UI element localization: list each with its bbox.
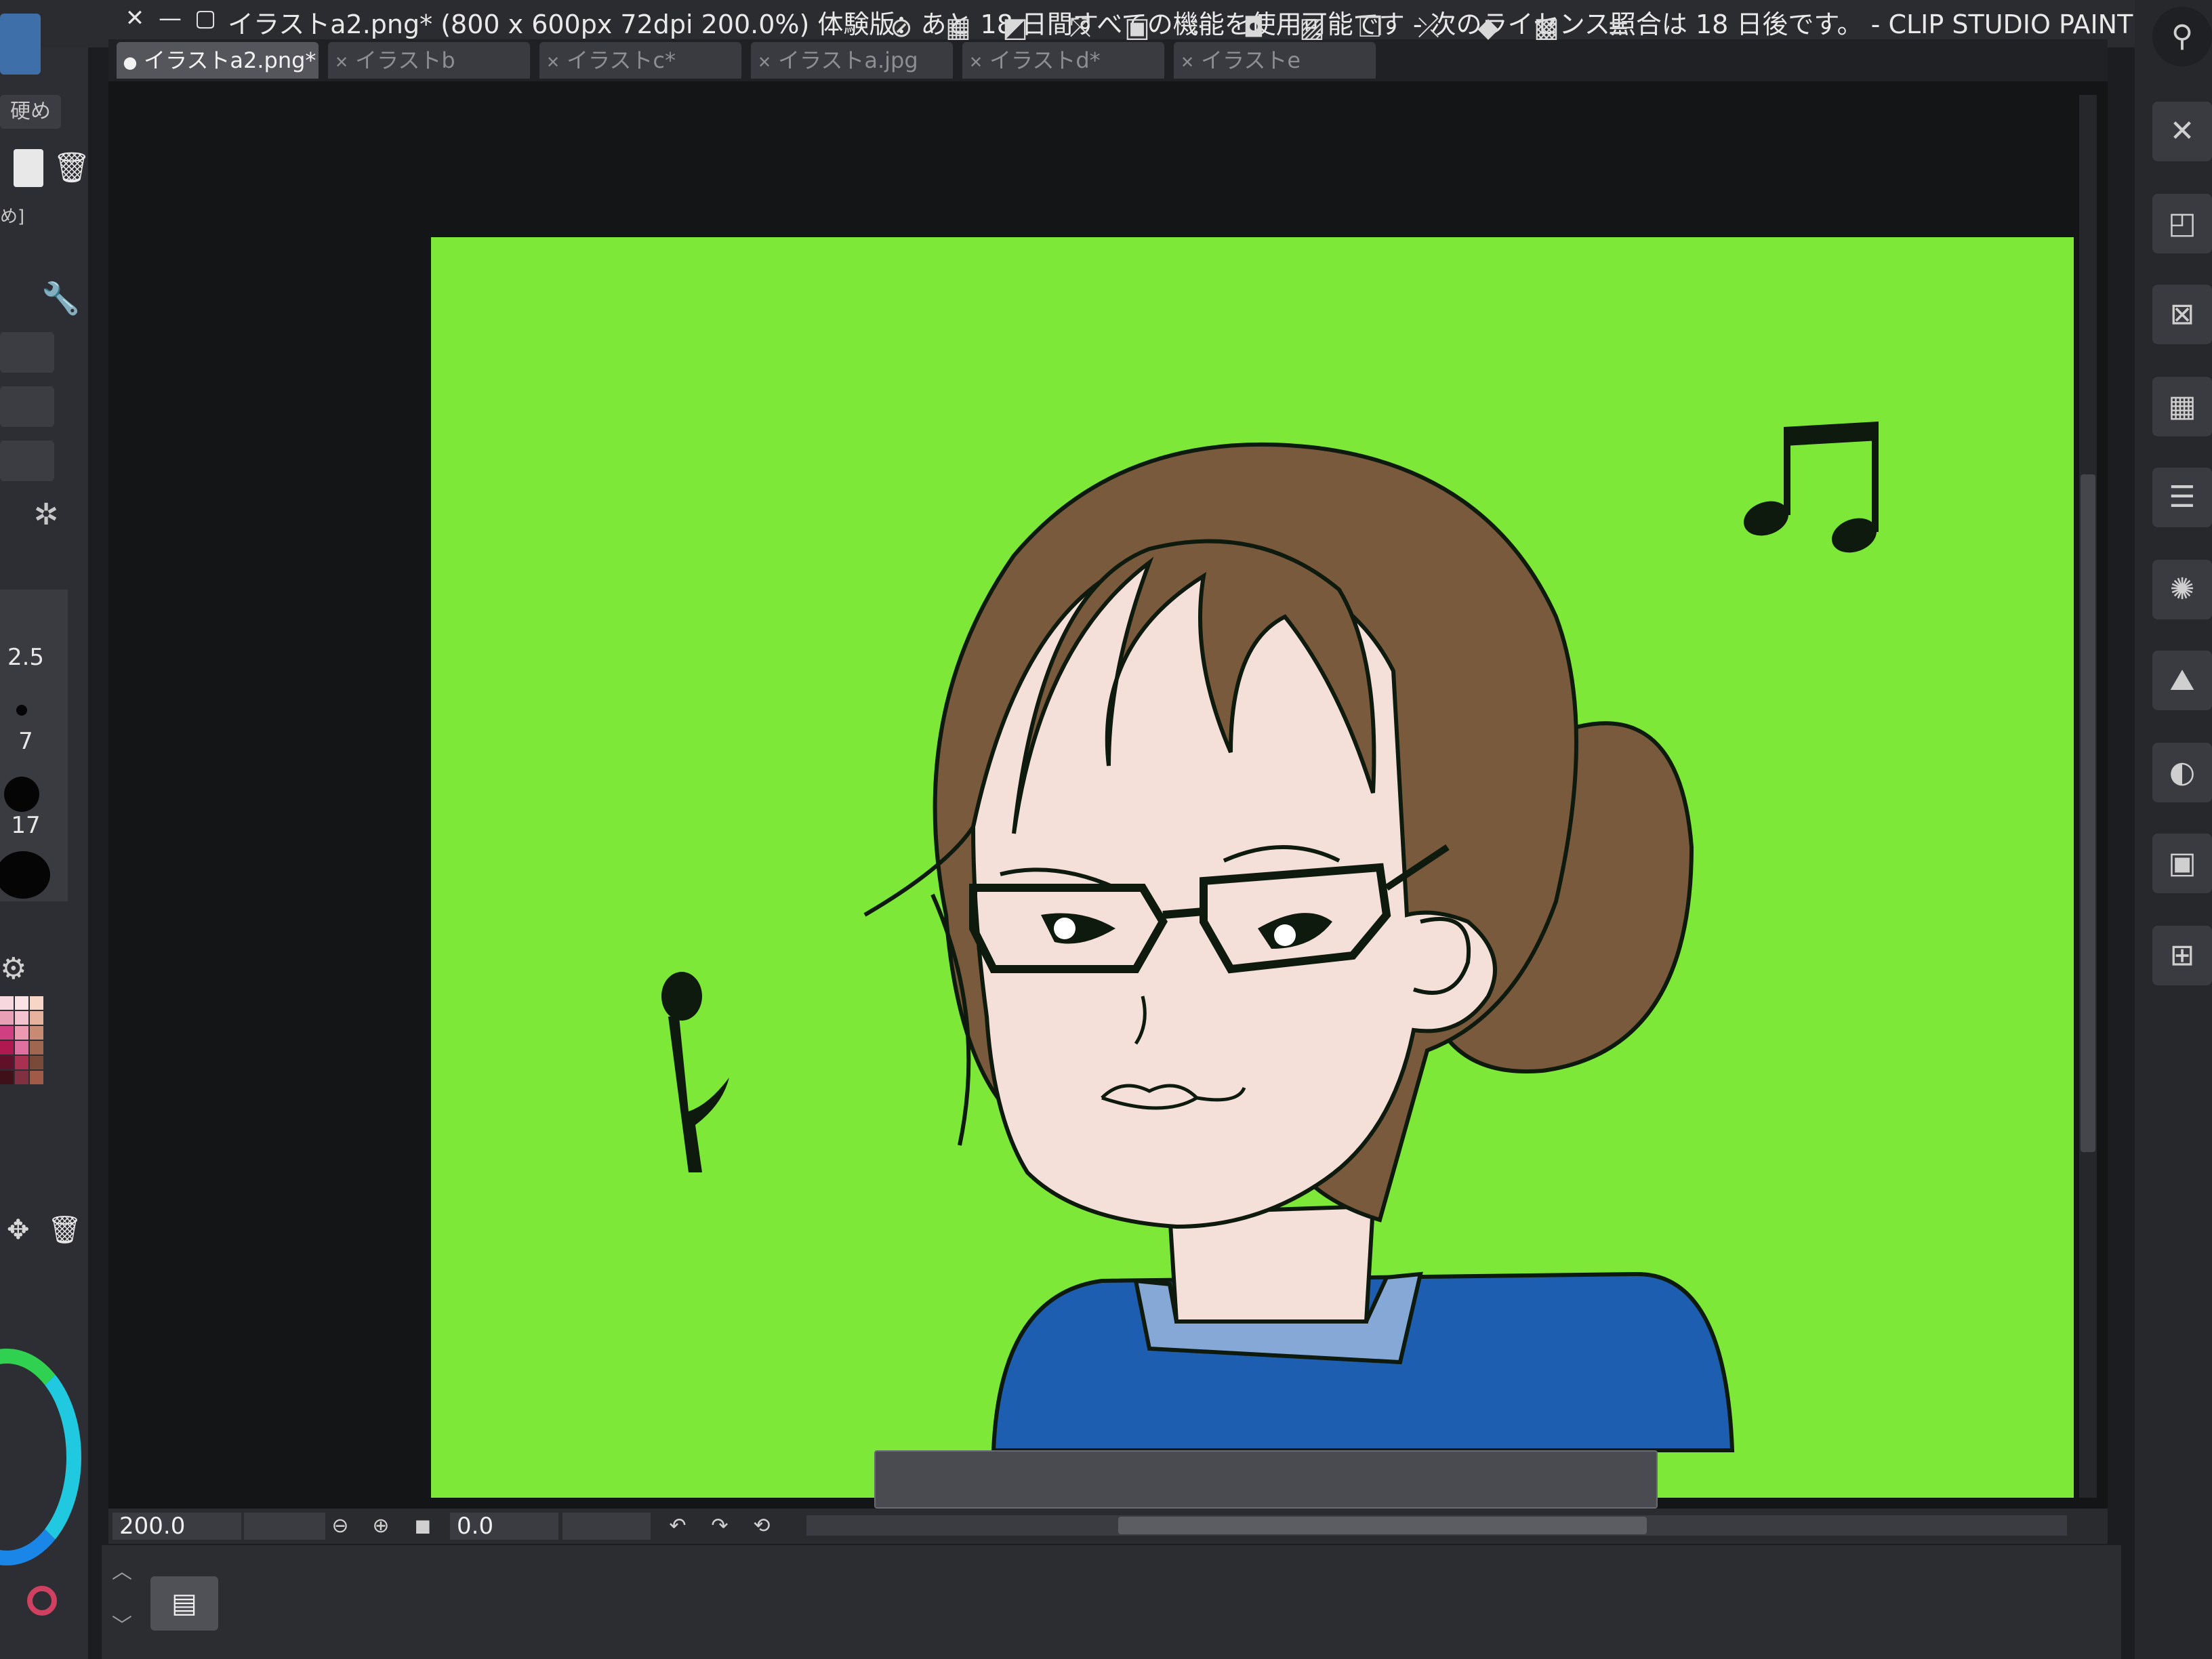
layer-search-icon[interactable]: ☰	[2152, 468, 2212, 527]
material-3d-icon[interactable]: ▣	[2152, 834, 2212, 893]
brush-hardness-tab[interactable]: 硬め	[0, 95, 61, 129]
tab-document-5[interactable]: ✕ イラストd*	[962, 42, 1164, 79]
reset-rotation-icon[interactable]: ⟲	[748, 1513, 775, 1540]
tab-label: イラストc*	[567, 47, 676, 73]
restore-window-icon[interactable]: ▢	[192, 5, 218, 31]
color-set-settings-icon[interactable]: ⚙	[0, 949, 81, 989]
history-icon[interactable]: ⊞	[2152, 926, 2212, 985]
layer-icon[interactable]: ▦	[2152, 377, 2212, 436]
tab-document-1[interactable]: ● イラストa2.png*	[117, 42, 319, 79]
wrench-icon[interactable]: 🔧	[41, 278, 81, 319]
new-sub-tool-icon[interactable]	[14, 149, 43, 187]
tool-property-settings-icon[interactable]: ✲	[14, 495, 79, 535]
zoom-in-icon[interactable]: ⊕	[367, 1513, 394, 1540]
selection-launcher-bar	[874, 1450, 1658, 1509]
new-layer-mask-icon[interactable]: ▩	[1528, 9, 1565, 46]
collapse-down-icon[interactable]: ﹀	[108, 1613, 136, 1640]
close-window-icon[interactable]: ✕	[122, 5, 148, 31]
brush-size-preview	[4, 777, 39, 812]
horizontal-scroll-thumb[interactable]	[1118, 1517, 1647, 1534]
tab-close-icon[interactable]: ✕	[539, 44, 567, 79]
tab-dot-icon: ●	[123, 53, 138, 72]
layer-property-icon[interactable]: ⊠	[2152, 285, 2212, 344]
opacity-setting-button[interactable]	[0, 441, 54, 481]
tab-label: イラストa2.png*	[144, 47, 316, 73]
tab-document-3[interactable]: ✕ イラストc*	[539, 42, 741, 79]
color-set-grid[interactable]	[0, 996, 56, 1166]
tab-close-icon[interactable]: ✕	[962, 44, 989, 79]
search-icon[interactable]: ⚲	[2152, 7, 2212, 66]
tab-label: イラストb	[355, 47, 455, 73]
deselect-icon[interactable]: ⊘	[882, 9, 920, 46]
rotate-left-icon[interactable]: ↶	[664, 1513, 691, 1540]
stabilization-setting-button[interactable]	[0, 386, 54, 427]
tab-label: イラストd*	[989, 47, 1101, 73]
tab-label: イラストa.jpg	[778, 47, 918, 73]
sub-view-icon[interactable]: ◰	[2152, 194, 2212, 253]
tab-close-icon[interactable]: ✕	[328, 44, 355, 79]
brush-size-option[interactable]: 17	[5, 812, 46, 839]
sub-tool-label: め]	[0, 207, 25, 227]
tab-label: イラストe	[1201, 47, 1301, 73]
brush-size-option[interactable]: 2.5	[5, 644, 46, 671]
crop-icon[interactable]: ⤧	[1061, 9, 1099, 46]
clear-icon[interactable]: ◆	[1469, 9, 1507, 46]
fit-to-screen-icon[interactable]: ◼	[409, 1513, 436, 1540]
rotation-field[interactable]: 0.0	[450, 1513, 558, 1540]
tab-document-2[interactable]: ✕ イラストb	[328, 42, 530, 79]
material-image-icon[interactable]: ⛰	[2152, 651, 2212, 710]
material-monochrome-icon[interactable]: ◐	[2152, 743, 2212, 802]
brush-size-option[interactable]: 7	[5, 728, 46, 755]
transform-icon[interactable]: ⤫	[1410, 9, 1448, 46]
tab-close-icon[interactable]: ✕	[751, 44, 778, 79]
minimize-window-icon[interactable]: —	[157, 5, 183, 31]
tab-document-6[interactable]: ✕ イラストe	[1174, 42, 1376, 79]
navigator-icon[interactable]: ✕	[2152, 102, 2212, 161]
tool-swatch-button[interactable]	[0, 14, 41, 75]
music-note-single	[661, 972, 729, 1172]
expand-selection-icon[interactable]: ▣	[1118, 9, 1156, 46]
rotation-slider[interactable]	[562, 1513, 651, 1540]
tab-close-icon[interactable]: ✕	[1174, 44, 1201, 79]
timeline-button[interactable]: ▤	[150, 1576, 218, 1631]
pressure-setting-button[interactable]	[0, 332, 54, 373]
zoom-out-icon[interactable]: ⊖	[327, 1513, 354, 1540]
music-note-beamed	[1744, 422, 1879, 553]
tab-document-4[interactable]: ✕ イラストa.jpg	[751, 42, 953, 79]
brush-size-preview	[16, 705, 27, 716]
timeline-dock	[102, 1545, 2121, 1659]
copy-paste-icon[interactable]: ❐	[1351, 9, 1389, 46]
select-all-icon[interactable]: ▦	[939, 9, 977, 46]
animation-cels-icon[interactable]: ✺	[2152, 560, 2212, 619]
settings-icon[interactable]: ≡	[1599, 9, 1637, 46]
color-wheel-tab-icon[interactable]	[27, 1586, 57, 1616]
zoom-field[interactable]: 200.0	[112, 1513, 241, 1540]
shrink-selection-icon[interactable]: ⁘	[1176, 9, 1214, 46]
trash-icon[interactable]: 🗑	[53, 149, 91, 187]
invert-selection-icon[interactable]: ◩	[996, 9, 1034, 46]
trash-icon[interactable]: 🗑	[47, 1213, 82, 1247]
dropper-icon[interactable]: ✥	[7, 1213, 41, 1247]
fill-selection-icon[interactable]: ▨	[1293, 9, 1331, 46]
rotate-right-icon[interactable]: ↷	[706, 1513, 733, 1540]
zoom-slider[interactable]	[244, 1513, 325, 1540]
glasses-bridge	[1162, 907, 1204, 919]
border-selection-icon[interactable]: ◘	[1235, 9, 1273, 46]
collapse-up-icon[interactable]: ︿	[108, 1559, 136, 1586]
illustration-artwork	[661, 422, 1879, 1452]
vertical-scroll-thumb[interactable]	[2081, 474, 2095, 1152]
